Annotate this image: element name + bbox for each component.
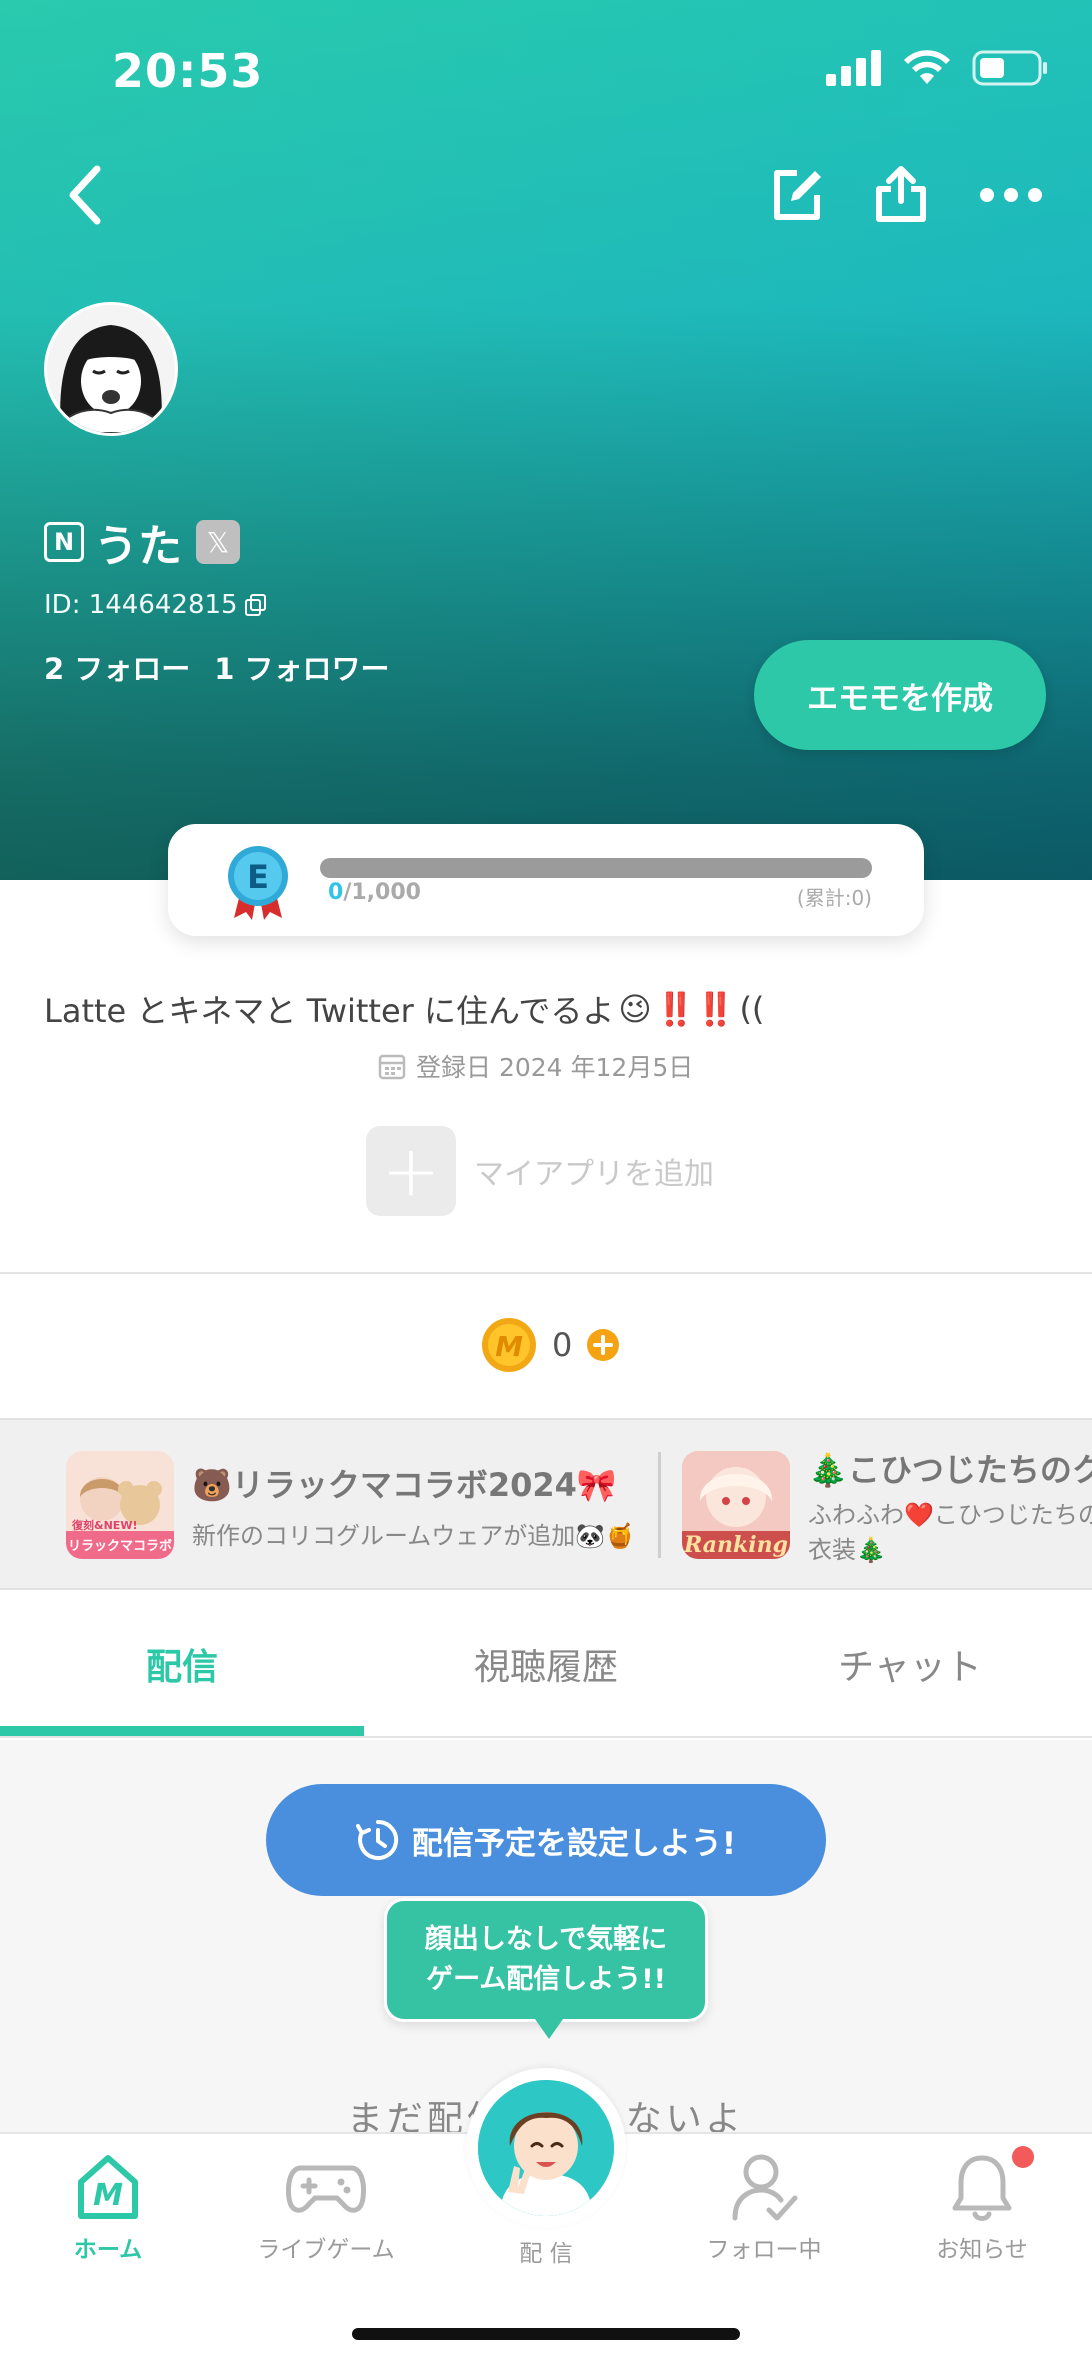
add-my-app-label: マイアプリを追加 xyxy=(474,1157,714,1192)
nav-live-game[interactable]: ライブゲーム xyxy=(226,2152,426,2264)
nav-notifications-label: お知らせ xyxy=(936,2237,1028,2263)
tooltip-line-2: ゲーム配信しよう!! xyxy=(426,1964,666,1995)
nav-notifications[interactable]: お知らせ xyxy=(882,2152,1082,2264)
coin-balance[interactable]: M 0 xyxy=(480,1316,620,1374)
svg-text:Ranking: Ranking xyxy=(683,1532,788,1558)
banner-thumbnail: Ranking xyxy=(682,1451,790,1559)
x-link-icon[interactable]: 𝕏 xyxy=(196,520,240,564)
svg-text:M: M xyxy=(93,2178,123,2213)
profile-id-row[interactable]: ID: 144642815 xyxy=(44,590,390,620)
tab-chat[interactable]: チャット xyxy=(728,1592,1092,1736)
tab-watch-history[interactable]: 視聴履歴 xyxy=(364,1592,728,1736)
share-button[interactable] xyxy=(856,150,946,240)
bell-icon xyxy=(952,2155,1012,2221)
broadcast-tooltip: 顔出しなしで気軽に ゲーム配信しよう!! xyxy=(384,1898,708,2039)
level-letter: E xyxy=(247,858,269,896)
level-progress-bar xyxy=(320,858,872,878)
svg-text:M: M xyxy=(495,1330,523,1363)
event-banner[interactable]: Ranking 🎄こひつじたちのク ふわふわ❤️こひつじたちの 衣装🎄 xyxy=(682,1450,1092,1564)
tab-broadcasts[interactable]: 配信 xyxy=(0,1592,364,1736)
home-icon: M xyxy=(78,2155,138,2219)
follower-count[interactable]: 1 フォロワー xyxy=(214,646,389,688)
divider xyxy=(0,1272,1092,1274)
clock-icon xyxy=(355,1819,399,1860)
following-count[interactable]: 2 フォロー xyxy=(44,646,190,688)
level-card[interactable]: E 0/1,000 (累計:0) xyxy=(168,824,924,936)
nav-following-label: フォロー中 xyxy=(706,2237,822,2263)
bio-text: Latte とキネマと Twitter に住んでるよ xyxy=(44,992,615,1030)
nav-home[interactable]: M ホーム xyxy=(8,2152,208,2264)
active-tab-indicator xyxy=(0,1726,364,1736)
home-indicator xyxy=(352,2328,740,2340)
banner-title: 🎄こひつじたちのク xyxy=(808,1451,1092,1489)
battery-icon xyxy=(972,50,1047,86)
more-horizontal-icon xyxy=(980,188,1042,202)
event-banner[interactable]: 復刻&NEW! リラックマコラボ 🐻リラックマコラボ2024🎀 新作のコリコグル… xyxy=(66,1450,635,1560)
gamepad-icon xyxy=(286,2165,366,2213)
edit-profile-button[interactable] xyxy=(752,150,842,240)
broadcaster-avatar xyxy=(478,2080,614,2216)
banner-separator xyxy=(658,1452,661,1558)
chevron-left-icon xyxy=(69,165,101,225)
profile-name: うた xyxy=(94,521,182,572)
add-my-app-button[interactable]: + マイアプリを追加 xyxy=(366,1126,714,1216)
share-icon xyxy=(876,166,926,222)
profile-avatar[interactable] xyxy=(44,302,178,436)
coin-count: 0 xyxy=(552,1326,573,1364)
level-max: /1,000 xyxy=(343,880,421,905)
level-progress-text: 0/1,000 xyxy=(328,880,421,905)
registration-date-row: 登録日 2024 年12月5日 xyxy=(378,1048,693,1084)
bio-emoji: 😉 xyxy=(618,990,652,1028)
coin-icon: M xyxy=(482,1318,536,1372)
banner-subtitle: 新作のコリコグルームウェアが追加🐼🍯 xyxy=(192,1521,636,1550)
broadcast-avatar-button[interactable] xyxy=(466,2068,626,2228)
create-emomo-button[interactable]: エモモを作成 xyxy=(754,640,1046,750)
set-schedule-button[interactable]: 配信予定を設定しよう! xyxy=(266,1784,826,1896)
top-navigation xyxy=(0,150,1092,250)
status-bar: 20:53 xyxy=(0,0,1092,140)
bio-suffix: (( xyxy=(739,990,765,1028)
banner-thumbnail: 復刻&NEW! リラックマコラボ xyxy=(66,1451,174,1559)
banner-subtitle: ふわふわ❤️こひつじたちの 衣装🎄 xyxy=(808,1501,1092,1564)
profile-info: N うた 𝕏 ID: 144642815 2 フォロー 1 フォロワー xyxy=(44,510,390,688)
copy-icon[interactable] xyxy=(244,593,268,617)
back-button[interactable] xyxy=(40,150,130,240)
profile-id: ID: 144642815 xyxy=(44,590,238,620)
plus-icon: + xyxy=(366,1126,456,1216)
add-coin-icon[interactable] xyxy=(586,1328,620,1362)
banner-title: 🐻リラックマコラボ2024🎀 xyxy=(192,1465,617,1504)
event-banner-carousel[interactable]: 復刻&NEW! リラックマコラボ 🐻リラックマコラボ2024🎀 新作のコリコグル… xyxy=(0,1418,1092,1590)
notification-badge xyxy=(1012,2146,1034,2168)
nav-broadcast-label: 配 信 xyxy=(519,2241,573,2267)
svg-text:リラックマコラボ: リラックマコラボ xyxy=(68,1538,172,1554)
nav-broadcast[interactable]: 配 信 xyxy=(446,2234,646,2268)
nav-home-label: ホーム xyxy=(73,2237,143,2263)
bio-marks: ‼️‼️ xyxy=(655,990,736,1028)
edit-icon xyxy=(774,170,821,220)
following-person-icon xyxy=(732,2154,798,2221)
svg-text:復刻&NEW!: 復刻&NEW! xyxy=(71,1518,137,1532)
set-schedule-label: 配信予定を設定しよう! xyxy=(411,1825,737,1862)
level-current: 0 xyxy=(328,880,344,905)
profile-tabs: 配信 視聴履歴 チャット xyxy=(0,1592,1092,1738)
status-time: 20:53 xyxy=(112,44,264,98)
name-badge: N xyxy=(44,522,84,562)
more-options-button[interactable] xyxy=(966,150,1056,240)
registration-date: 登録日 2024 年12月5日 xyxy=(416,1053,694,1082)
tooltip-line-1: 顔出しなしで気軽に xyxy=(424,1924,668,1955)
profile-bio: Latte とキネマと Twitter に住んでるよ 😉 ‼️‼️ (( xyxy=(44,986,764,1032)
level-medal-icon: E xyxy=(228,846,288,920)
level-total: (累計:0) xyxy=(796,886,872,910)
wifi-icon xyxy=(904,50,950,84)
nav-following[interactable]: フォロー中 xyxy=(664,2152,864,2264)
nav-live-game-label: ライブゲーム xyxy=(257,2237,395,2263)
calendar-icon xyxy=(378,1054,406,1080)
signal-icon xyxy=(826,50,881,86)
